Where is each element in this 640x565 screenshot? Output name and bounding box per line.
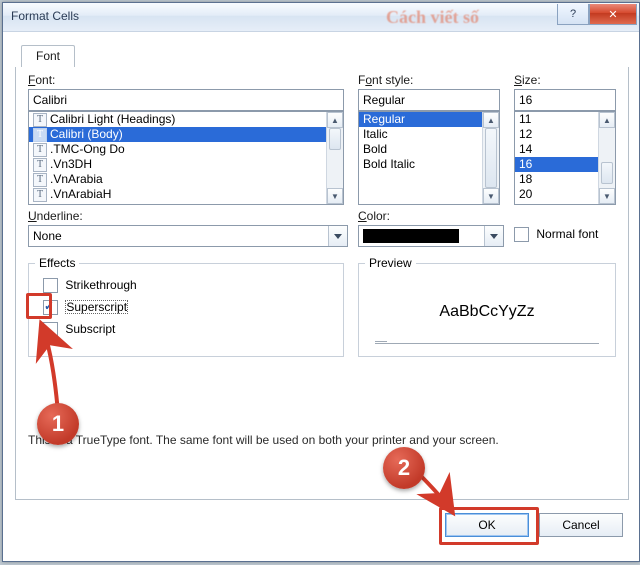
- scroll-down-icon[interactable]: ▼: [599, 188, 615, 204]
- color-label: Color:: [358, 209, 390, 223]
- underline-label: Underline:: [28, 209, 83, 223]
- list-item[interactable]: Italic: [359, 127, 499, 142]
- list-item[interactable]: TCalibri Light (Headings): [29, 112, 343, 127]
- strikethrough-row: StriKethrough: [43, 278, 137, 293]
- scroll-up-icon[interactable]: ▲: [599, 112, 615, 128]
- window-buttons: ? ✕: [557, 4, 637, 25]
- size-list[interactable]: 11 12 14 16 18 20 ▲ ▼: [514, 111, 616, 205]
- font-list[interactable]: TCalibri Light (Headings) TCalibri (Body…: [28, 111, 344, 205]
- scrollbar[interactable]: ▲ ▼: [598, 112, 615, 204]
- preview-box: AaBbCcYyZz: [375, 280, 599, 344]
- scrollbar[interactable]: ▲ ▼: [326, 112, 343, 204]
- color-combo[interactable]: [358, 225, 504, 247]
- format-cells-dialog: Format Cells Cách viết số ? ✕ Font Font:…: [2, 2, 640, 562]
- color-swatch: [363, 229, 459, 243]
- normal-font-row: Normal font: [514, 227, 598, 242]
- scroll-thumb[interactable]: [601, 162, 613, 184]
- truetype-icon: T: [33, 188, 47, 202]
- effects-legend: Effects: [35, 256, 79, 270]
- subscript-row: SuBscript: [43, 322, 115, 337]
- scroll-thumb[interactable]: [329, 128, 341, 150]
- strikethrough-label: StriKethrough: [65, 278, 136, 292]
- tab-strip: Font: [15, 43, 627, 68]
- truetype-icon: T: [33, 173, 47, 187]
- truetype-icon: T: [33, 143, 47, 157]
- size-input[interactable]: [514, 89, 616, 111]
- font-style-list[interactable]: Regular Italic Bold Bold Italic ▲ ▼: [358, 111, 500, 205]
- scrollbar[interactable]: ▲ ▼: [482, 112, 499, 204]
- underline-combo[interactable]: None: [28, 225, 348, 247]
- scroll-down-icon[interactable]: ▼: [327, 188, 343, 204]
- preview-group: Preview AaBbCcYyZz: [358, 263, 616, 357]
- size-label: Size:: [514, 73, 541, 87]
- normal-font-checkbox[interactable]: [514, 227, 529, 242]
- ok-button[interactable]: OK: [445, 513, 529, 537]
- window-title: Format Cells: [11, 9, 79, 23]
- scroll-up-icon[interactable]: ▲: [483, 112, 499, 128]
- list-item[interactable]: TCalibri (Body): [29, 127, 343, 142]
- scroll-thumb[interactable]: [485, 128, 497, 188]
- list-item[interactable]: T.VnArabia: [29, 172, 343, 187]
- font-label: Font:: [28, 73, 55, 87]
- titlebar: Format Cells Cách viết số ? ✕: [3, 3, 639, 32]
- effects-group: Effects StriKethrough SupErscript SuBscr…: [28, 263, 344, 357]
- list-item[interactable]: T.TMC-Ong Do: [29, 142, 343, 157]
- strikethrough-checkbox[interactable]: [43, 278, 58, 293]
- underline-value: None: [33, 229, 62, 243]
- list-item[interactable]: Bold: [359, 142, 499, 157]
- background-window-title: Cách viết số: [386, 7, 479, 28]
- font-input[interactable]: [28, 89, 344, 111]
- list-item[interactable]: Regular: [359, 112, 499, 127]
- close-button[interactable]: ✕: [589, 4, 637, 25]
- preview-legend: Preview: [365, 256, 416, 270]
- help-button[interactable]: ?: [557, 4, 589, 25]
- normal-font-label: Normal font: [536, 227, 598, 241]
- scroll-down-icon[interactable]: ▼: [483, 188, 499, 204]
- list-item[interactable]: Bold Italic: [359, 157, 499, 172]
- truetype-icon: T: [33, 128, 47, 142]
- superscript-label: SupErscript: [65, 300, 128, 314]
- truetype-icon: T: [33, 158, 47, 172]
- subscript-checkbox[interactable]: [43, 322, 58, 337]
- chevron-down-icon[interactable]: [328, 226, 347, 246]
- font-style-label: FOnt style:: [358, 73, 413, 87]
- truetype-icon: T: [33, 113, 47, 127]
- list-item[interactable]: T.Vn3DH: [29, 157, 343, 172]
- font-style-input[interactable]: [358, 89, 500, 111]
- chevron-down-icon[interactable]: [484, 226, 503, 246]
- preview-text: AaBbCcYyZz: [439, 303, 534, 321]
- cancel-button[interactable]: Cancel: [539, 513, 623, 537]
- superscript-row: SupErscript: [43, 300, 128, 315]
- font-panel: Font: TCalibri Light (Headings) TCalibri…: [15, 67, 629, 500]
- list-item[interactable]: T.VnArabiaH: [29, 187, 343, 202]
- scroll-up-icon[interactable]: ▲: [327, 112, 343, 128]
- subscript-label: SuBscript: [65, 322, 115, 336]
- superscript-checkbox[interactable]: [43, 300, 58, 315]
- info-text: This is a TrueType font. The same font w…: [28, 433, 499, 447]
